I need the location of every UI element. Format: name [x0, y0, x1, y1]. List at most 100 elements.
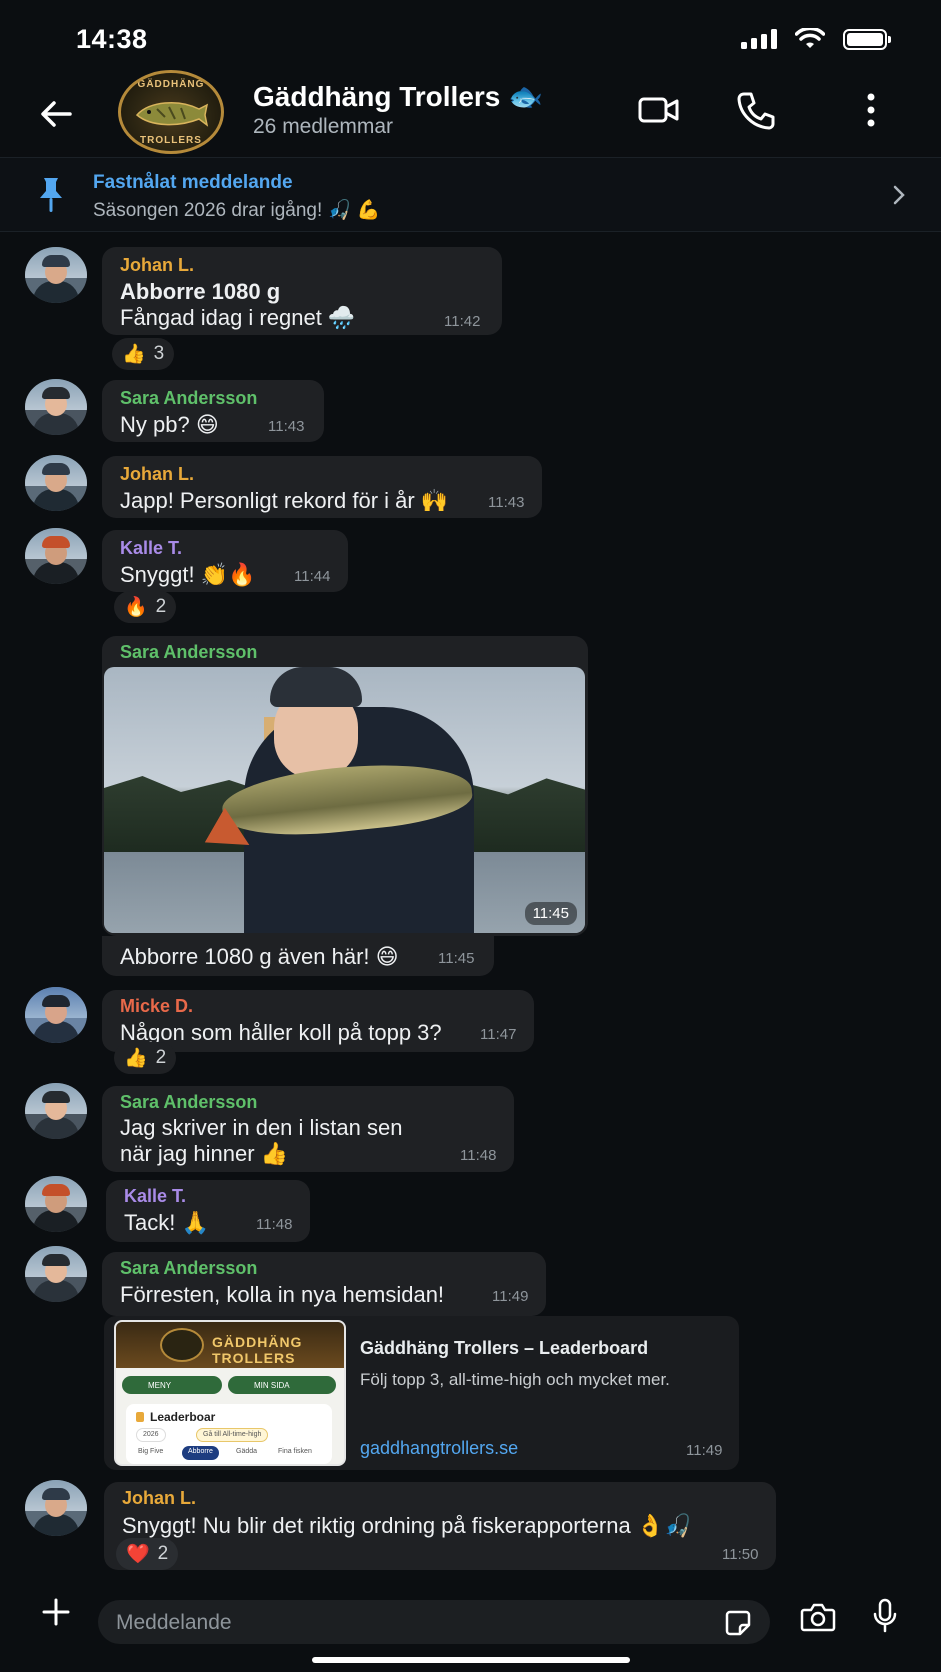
- message-text: Någon som håller koll på topp 3?: [120, 1020, 442, 1045]
- microphone-icon[interactable]: [872, 1598, 898, 1634]
- message-bubble[interactable]: Kalle T. Tack! 🙏 11:48: [106, 1180, 310, 1242]
- thumb-leaderboard-card: Leaderboar 2026 Gå till All-time-high Bi…: [126, 1404, 332, 1464]
- trophy-icon: [136, 1412, 144, 1422]
- message-text-line1: Jag skriver in den i listan sen: [120, 1115, 403, 1140]
- message-time: 11:50: [722, 1546, 759, 1563]
- phone-call-icon[interactable]: [736, 90, 776, 130]
- group-title[interactable]: Gäddhäng Trollers 🐟: [253, 80, 543, 113]
- pinned-message-banner[interactable]: Fastnålat meddelande Säsongen 2026 drar …: [0, 157, 941, 232]
- group-avatar-bottom-text: TROLLERS: [140, 135, 202, 146]
- status-bar: 14:38: [0, 0, 941, 70]
- message-title: Abborre 1080 g: [120, 279, 281, 304]
- pinned-text: Säsongen 2026 drar igång! 🎣 💪: [93, 200, 381, 221]
- home-indicator: [312, 1657, 630, 1663]
- sender-name: Johan L.: [120, 255, 195, 275]
- message-bubble[interactable]: Johan L. Japp! Personligt rekord för i å…: [102, 456, 542, 518]
- message-time: 11:45: [438, 950, 475, 967]
- avatar-sara[interactable]: [25, 1083, 87, 1139]
- reaction-chip[interactable]: 🔥 2: [114, 591, 177, 623]
- message-time: 11:49: [492, 1288, 529, 1305]
- status-icons: [741, 28, 891, 50]
- reaction-emoji: ❤️: [126, 1544, 150, 1565]
- sender-name: Micke D.: [120, 996, 194, 1016]
- reaction-chip[interactable]: 👍 3: [112, 338, 175, 370]
- link-time: 11:49: [686, 1442, 723, 1459]
- thumb-nav-mypage: MIN SIDA: [228, 1376, 336, 1394]
- reaction-chip[interactable]: 👍 2: [114, 1042, 177, 1074]
- message-text: Fångad idag i regnet 🌧️: [120, 305, 356, 330]
- chevron-right-icon: [893, 185, 905, 205]
- message-bubble[interactable]: Sara Andersson Ny pb? 😄 11:43: [102, 380, 324, 442]
- message-text: Ny pb? 😄: [120, 412, 219, 437]
- cellular-signal-icon: [741, 29, 777, 49]
- avatar-kalle[interactable]: [25, 1176, 87, 1232]
- message-time: 11:43: [488, 494, 525, 511]
- message-text: Abborre 1080 g även här! 😄: [120, 944, 399, 969]
- photo-time: 11:45: [524, 902, 577, 925]
- status-time: 14:38: [76, 24, 148, 54]
- pinned-title: Fastnålat meddelande: [93, 172, 293, 193]
- message-bubble[interactable]: Abborre 1080 g även här! 😄 11:45: [102, 936, 494, 976]
- reaction-emoji: 🔥: [124, 597, 148, 618]
- avatar-johan[interactable]: [25, 1480, 87, 1536]
- message-time: 11:47: [480, 1026, 517, 1043]
- reaction-count: 2: [155, 596, 167, 617]
- video-call-icon[interactable]: [638, 94, 680, 126]
- avatar-sara[interactable]: [25, 1246, 87, 1302]
- link-title: Gäddhäng Trollers – Leaderboard: [360, 1338, 649, 1358]
- reaction-emoji: 👍: [122, 344, 146, 365]
- message-time: 11:43: [268, 418, 305, 435]
- avatar-kalle[interactable]: [25, 528, 87, 584]
- thumb-brand: GÄDDHÄNG TROLLERS: [212, 1334, 303, 1366]
- link-url[interactable]: gaddhangtrollers.se: [360, 1438, 518, 1459]
- sender-name: Sara Andersson: [120, 388, 258, 408]
- avatar-johan[interactable]: [25, 455, 87, 511]
- sender-name: Johan L.: [120, 464, 195, 484]
- message-time: 11:48: [256, 1216, 293, 1233]
- message-input-placeholder: Meddelande: [116, 1611, 232, 1634]
- sender-name: Sara Andersson: [120, 1258, 258, 1278]
- back-arrow-icon[interactable]: [36, 94, 76, 134]
- reaction-count: 2: [157, 1543, 169, 1564]
- group-avatar[interactable]: GÄDDHÄNG TROLLERS: [118, 70, 224, 154]
- camera-icon[interactable]: [800, 1602, 836, 1632]
- more-options-icon[interactable]: [866, 92, 876, 128]
- chat-header: GÄDDHÄNG TROLLERS Gäddhäng Trollers 🐟 26…: [0, 70, 941, 156]
- avatar-johan[interactable]: [25, 247, 87, 303]
- reaction-emoji: 👍: [124, 1048, 148, 1069]
- message-text: Snyggt! Nu blir det riktig ordning på fi…: [122, 1513, 692, 1538]
- message-time: 11:42: [444, 313, 481, 330]
- message-bubble[interactable]: Johan L. Abborre 1080 g Fångad idag i re…: [102, 247, 502, 335]
- link-preview-thumbnail[interactable]: GÄDDHÄNG TROLLERS MENY MIN SIDA Leaderbo…: [114, 1320, 346, 1466]
- member-count: 26 medlemmar: [253, 115, 394, 138]
- thumb-logo: [160, 1328, 204, 1362]
- sender-name: Sara Andersson: [120, 1092, 258, 1112]
- reaction-chip[interactable]: ❤️ 2: [116, 1538, 179, 1570]
- message-text: Snyggt! 👏🔥: [120, 562, 256, 587]
- message-bubble[interactable]: Sara Andersson Jag skriver in den i list…: [102, 1086, 514, 1172]
- group-avatar-top-text: GÄDDHÄNG: [137, 79, 205, 90]
- avatar-micke[interactable]: [25, 987, 87, 1043]
- pin-icon: [40, 178, 62, 212]
- message-bubble[interactable]: Johan L. Snyggt! Nu blir det riktig ordn…: [104, 1482, 776, 1570]
- wifi-icon: [795, 28, 825, 48]
- message-input[interactable]: Meddelande: [98, 1600, 770, 1644]
- sender-name: Sara Andersson: [120, 642, 258, 662]
- message-bubble[interactable]: Kalle T. Snyggt! 👏🔥 11:44: [102, 530, 348, 592]
- photo-perch-catch[interactable]: 11:45: [104, 667, 585, 933]
- message-text: Förresten, kolla in nya hemsidan!: [120, 1282, 445, 1307]
- link-description: Följ topp 3, all-time-high och mycket me…: [360, 1370, 670, 1389]
- avatar-sara[interactable]: [25, 379, 87, 435]
- attach-plus-icon[interactable]: [40, 1596, 72, 1628]
- reaction-count: 3: [153, 343, 165, 364]
- pike-logo-icon: [135, 102, 209, 127]
- battery-icon: [843, 28, 891, 50]
- message-text: Japp! Personligt rekord för i år 🙌: [120, 488, 449, 513]
- message-text: Tack! 🙏: [124, 1210, 209, 1235]
- sender-name: Johan L.: [122, 1488, 197, 1508]
- message-time: 11:48: [460, 1147, 497, 1164]
- link-preview-card[interactable]: GÄDDHÄNG TROLLERS MENY MIN SIDA Leaderbo…: [104, 1316, 739, 1470]
- message-bubble[interactable]: Sara Andersson Förresten, kolla in nya h…: [102, 1252, 546, 1316]
- sender-name: Kalle T.: [120, 538, 183, 558]
- sticker-icon[interactable]: [724, 1609, 752, 1637]
